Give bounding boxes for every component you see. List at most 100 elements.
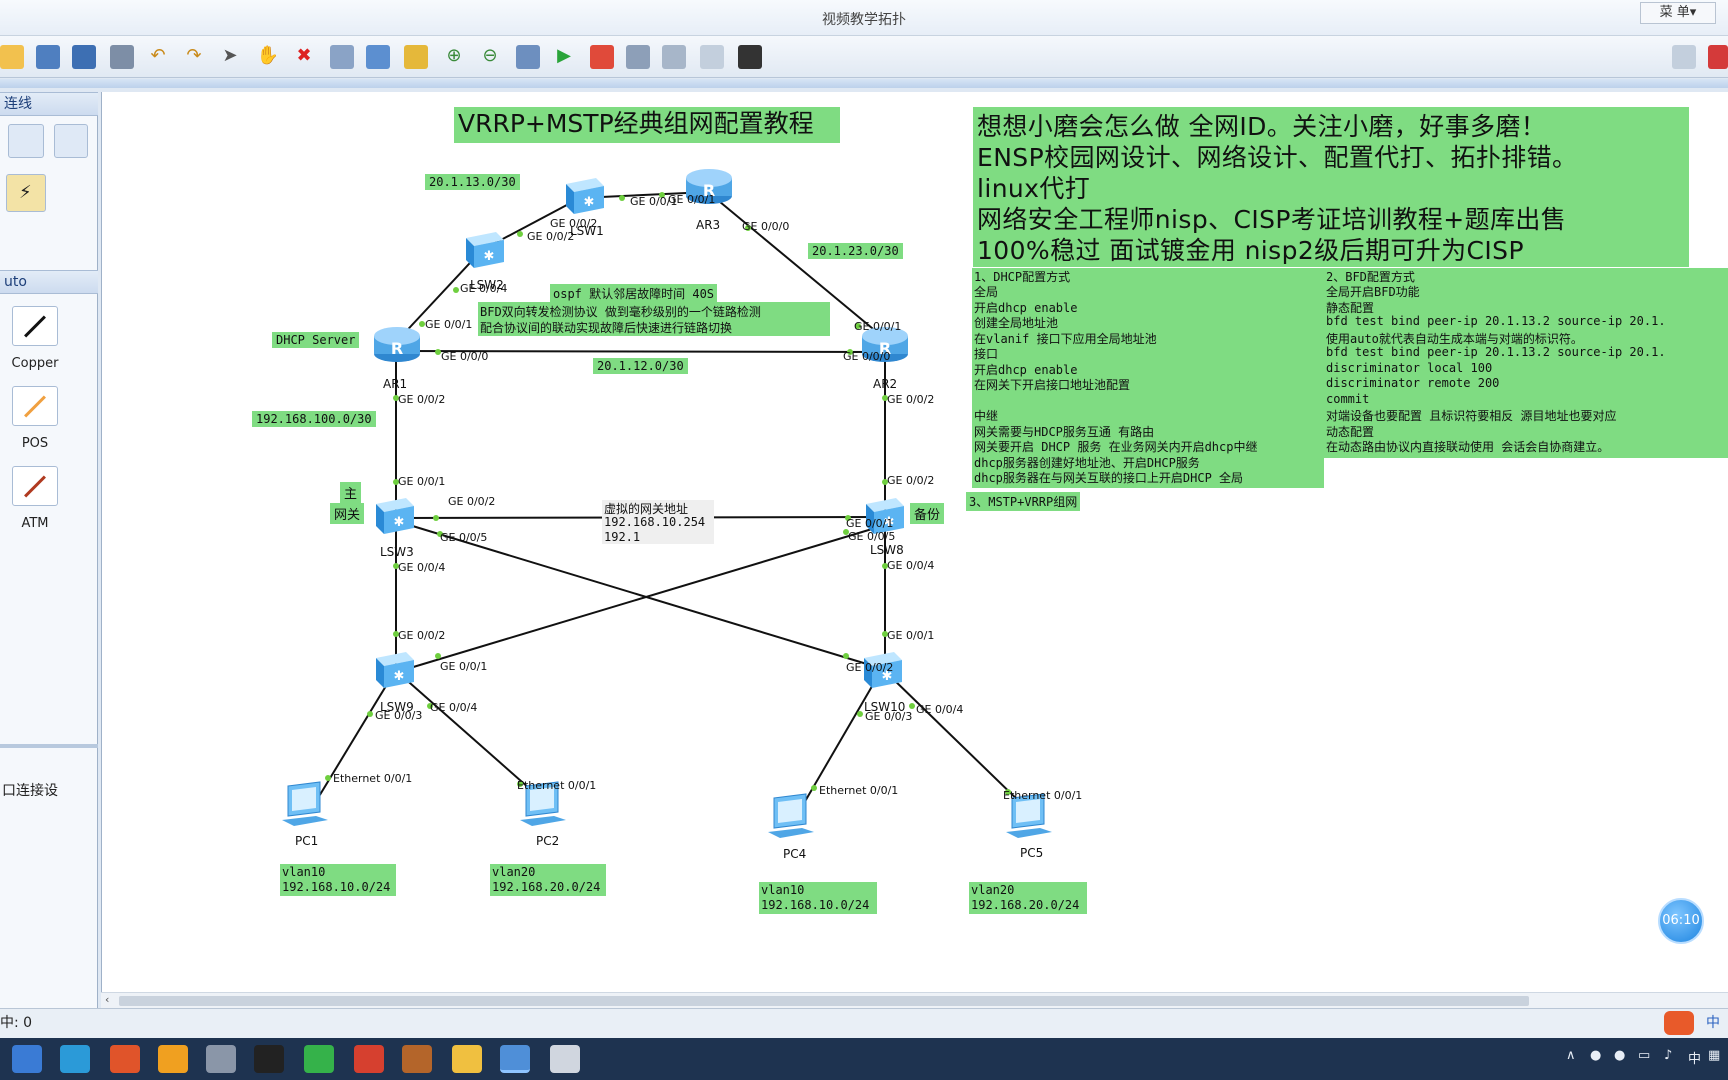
- port-label: GE 0/0/1: [846, 517, 894, 530]
- volume-icon[interactable]: ♪: [1664, 1048, 1672, 1063]
- ar1-name: AR1: [383, 377, 408, 391]
- scroll-left-icon[interactable]: ‹: [105, 993, 109, 1006]
- recording-timer[interactable]: 06:10: [1658, 898, 1704, 944]
- pan-hand-icon[interactable]: ✋: [256, 44, 280, 68]
- net-tag-23[interactable]: 20.1.23.0/30: [808, 243, 903, 259]
- auto-link-icon[interactable]: ⚡: [6, 174, 46, 212]
- zoom-out-icon[interactable]: ⊖: [478, 44, 502, 68]
- ar1-router-icon[interactable]: R: [372, 324, 422, 364]
- capture-icon[interactable]: [626, 45, 650, 69]
- horizontal-scrollbar[interactable]: ‹: [101, 992, 1728, 1008]
- gateway-tag[interactable]: 网关: [330, 503, 365, 524]
- menu-button[interactable]: 菜 单▾: [1640, 2, 1716, 24]
- atm-cable-icon[interactable]: [12, 466, 58, 506]
- text-note-icon[interactable]: [366, 45, 390, 69]
- wechat-tray-icon[interactable]: ●: [1614, 1048, 1625, 1063]
- keyboard-icon[interactable]: ▦: [1708, 1048, 1720, 1063]
- save-icon[interactable]: [72, 45, 96, 69]
- scroll-thumb[interactable]: [119, 996, 1529, 1006]
- dhcp-server-tag[interactable]: DHCP Server: [272, 332, 360, 348]
- ime-tray-label[interactable]: 中: [1688, 1048, 1701, 1067]
- net-tag-100[interactable]: 192.168.100.0/30: [252, 411, 376, 427]
- topology-icon[interactable]: [662, 45, 686, 69]
- copper-cable-icon[interactable]: [12, 306, 58, 346]
- tray-arrow-icon[interactable]: ∧: [1566, 1048, 1576, 1063]
- promo-line: 100%稳过 面试镀金用 nisp2级后期可升为CISP: [977, 236, 1524, 265]
- network-icon[interactable]: ▭: [1638, 1048, 1650, 1063]
- ospf-note[interactable]: ospf 默认邻居故障时间 40S: [550, 284, 718, 303]
- pc5-vlan-tag[interactable]: vlan20 192.168.20.0/24: [969, 882, 1087, 914]
- port-label: GE 0/0/2: [448, 495, 496, 508]
- toolbar-divider: [0, 79, 1728, 88]
- browser-g-icon[interactable]: [110, 1045, 140, 1073]
- lsw3-switch-icon[interactable]: ✱: [372, 496, 416, 536]
- start-device-icon[interactable]: ▶: [552, 44, 576, 68]
- promo-box[interactable]: 想想小磨会怎么做 全网ID。关注小磨，好事多磨！ ENSP校园网设计、网络设计、…: [973, 107, 1689, 267]
- port-label: GE 0/0/2: [398, 629, 446, 642]
- port-label: GE 0/0/2: [887, 474, 935, 487]
- pc1-name: PC1: [295, 834, 319, 848]
- app-icon[interactable]: [402, 1045, 432, 1073]
- calculator-icon[interactable]: [206, 1045, 236, 1073]
- print-icon[interactable]: [110, 45, 134, 69]
- port-label: Ethernet 0/0/1: [1003, 789, 1083, 802]
- lsw9-switch-icon[interactable]: ✱: [372, 650, 416, 690]
- port-label: GE 0/0/4: [460, 282, 508, 295]
- ime-mode-label[interactable]: 中: [1706, 1009, 1720, 1037]
- port-label: GE 0/0/0: [742, 220, 790, 233]
- new-topology-icon[interactable]: [0, 45, 24, 69]
- zoom-in-icon[interactable]: ⊕: [442, 44, 466, 68]
- undo-icon[interactable]: ↶: [146, 44, 170, 68]
- port-label: GE 0/0/1: [854, 320, 902, 333]
- backup-tag[interactable]: 备份: [910, 503, 945, 524]
- device-panel: 连线 ⚡ uto Copper POS ATM 口连接设: [0, 92, 98, 1008]
- delete-link-icon[interactable]: [330, 45, 354, 69]
- net-tag-13[interactable]: 20.1.13.0/30: [425, 174, 520, 190]
- redo-icon[interactable]: ↷: [182, 44, 206, 68]
- firewall-device-icon[interactable]: [54, 124, 88, 158]
- start-app-icon[interactable]: [12, 1045, 42, 1073]
- pos-cable-icon[interactable]: [12, 386, 58, 426]
- file-explorer-icon[interactable]: [452, 1045, 482, 1073]
- lsw2-switch-icon[interactable]: ✱: [462, 230, 506, 270]
- open-icon[interactable]: [36, 45, 60, 69]
- chat-icon[interactable]: [1672, 45, 1696, 69]
- port-label: GE 0/0/4: [887, 559, 935, 572]
- pc4-vlan-tag[interactable]: vlan10 192.168.10.0/24: [759, 882, 877, 914]
- pc1-vlan-tag[interactable]: vlan10 192.168.10.0/24: [280, 864, 396, 896]
- taskview-icon[interactable]: [60, 1045, 90, 1073]
- bfd-note[interactable]: BFD双向转发检测协议 做到毫秒级别的一个链路检测 配合协议间的联动实现故障后快…: [478, 302, 830, 336]
- pc2-vlan-tag[interactable]: vlan20 192.168.20.0/24: [490, 864, 606, 896]
- virtual-gateway-note[interactable]: 虚拟的网关地址 192.168.10.254 192.1: [602, 500, 714, 544]
- dhcp-config-note[interactable]: 1、DHCP配置方式 全局 开启dhcp enable 创建全局地址池 在vla…: [972, 268, 1324, 488]
- ensp-app-icon[interactable]: [500, 1045, 530, 1073]
- pc4-computer-icon[interactable]: [766, 792, 818, 842]
- search-app-icon[interactable]: [158, 1045, 188, 1073]
- master-tag[interactable]: 主: [340, 482, 362, 503]
- bfd-config-note[interactable]: 2、BFD配置方式 全局开启BFD功能 静态配置 bfd test bind p…: [1324, 268, 1728, 458]
- mstp-vrrp-note[interactable]: 3、MSTP+VRRP组网: [966, 492, 1081, 511]
- grid-icon[interactable]: [700, 45, 724, 69]
- net-tag-12[interactable]: 20.1.12.0/30: [593, 358, 688, 374]
- pc1-computer-icon[interactable]: [280, 780, 332, 830]
- panel-header-links: 连线: [0, 92, 98, 116]
- stop-device-icon[interactable]: [590, 45, 614, 69]
- qq-icon[interactable]: [254, 1045, 284, 1073]
- sogou-ime-icon[interactable]: [1664, 1011, 1694, 1035]
- fit-window-icon[interactable]: [516, 45, 540, 69]
- screenshot-app-icon[interactable]: [550, 1045, 580, 1073]
- rectangle-icon[interactable]: [404, 45, 428, 69]
- port-label: GE 0/0/1: [440, 660, 488, 673]
- chrome-icon[interactable]: [354, 1045, 384, 1073]
- wireless-device-icon[interactable]: [8, 124, 44, 158]
- lsw1-switch-icon[interactable]: ✱: [562, 176, 606, 216]
- port-label: GE 0/0/2: [398, 393, 446, 406]
- pos-label: POS: [21, 436, 49, 451]
- microphone-icon[interactable]: ●: [1590, 1048, 1601, 1063]
- wechat-icon[interactable]: [304, 1045, 334, 1073]
- port-label: GE 0/0/5: [848, 530, 896, 543]
- console-icon[interactable]: [738, 45, 762, 69]
- topology-title[interactable]: VRRP+MSTP经典组网配置教程: [454, 107, 840, 143]
- select-pointer-icon[interactable]: ➤: [218, 44, 242, 68]
- delete-icon[interactable]: ✖: [292, 44, 316, 68]
